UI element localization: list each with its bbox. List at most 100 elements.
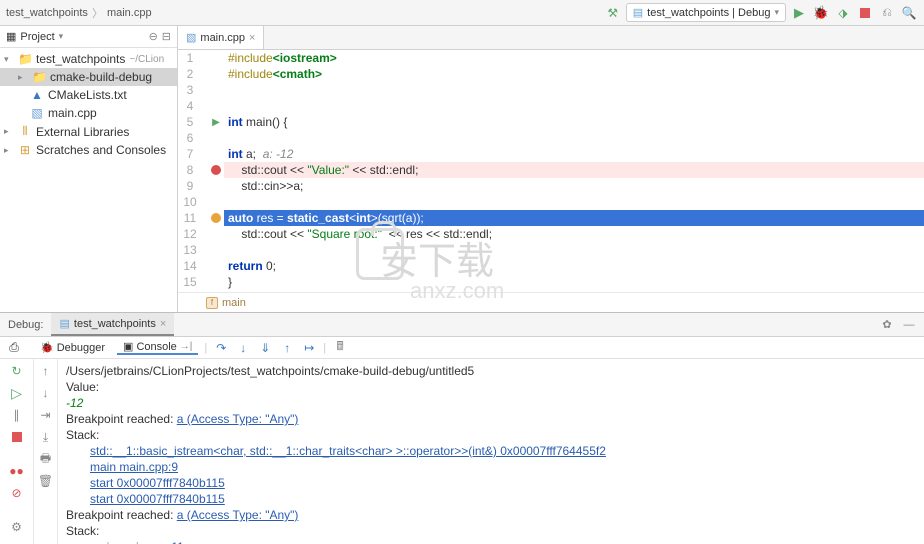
stack-link[interactable]: a (Access Type: "Any") (177, 412, 299, 426)
editor-nav-crumb[interactable]: f main (178, 292, 924, 312)
settings-icon[interactable]: ⊖ (149, 30, 158, 43)
code-line[interactable]: std::cin>>a; (224, 178, 924, 194)
debug-session-tab[interactable]: ▤ test_watchpoints × (51, 313, 174, 336)
project-view-icon: ▦ (6, 30, 16, 43)
console-line: Stack: (66, 523, 916, 539)
vcs-icon[interactable]: ⎌ (878, 4, 896, 22)
target-icon: ▤ (633, 6, 643, 19)
code-line[interactable]: std::cout << "Value:" << std::endl; (224, 162, 924, 178)
stop-button[interactable] (856, 4, 874, 22)
evaluate-icon[interactable]: 🖩 (332, 340, 348, 356)
breadcrumb-project[interactable]: test_watchpoints (6, 7, 88, 19)
print-icon[interactable]: 🖶 (38, 451, 54, 467)
pin-icon[interactable]: →| (180, 341, 193, 352)
code-line[interactable] (224, 242, 924, 258)
gear-icon[interactable]: ✿ (878, 316, 896, 334)
code-line[interactable]: #include <iostream> (224, 50, 924, 66)
editor-tab-main-cpp[interactable]: ▧ main.cpp × (178, 26, 264, 49)
run-gutter-icon[interactable]: ▶ (212, 117, 220, 128)
threads-icon[interactable]: ⎙ (6, 339, 22, 355)
code-line[interactable]: int a; a: -12 (224, 146, 924, 162)
pause-icon[interactable]: ∥ (9, 407, 25, 423)
tree-external-libraries[interactable]: ▸ ⫴ External Libraries (0, 122, 177, 141)
cmake-icon: ▲ (30, 88, 44, 102)
code-editor[interactable]: 12345678910111213141516171819 ▶ #include… (178, 50, 924, 292)
stop-icon[interactable] (9, 429, 25, 445)
console-line: -12 (66, 395, 916, 411)
close-icon[interactable]: × (249, 32, 255, 44)
top-toolbar: test_watchpoints 〉 main.cpp ⚒ ▤ test_wat… (0, 0, 924, 26)
stack-link[interactable]: start 0x00007fff7840b115 (90, 476, 225, 490)
rerun-icon[interactable]: ↻ (9, 363, 25, 379)
tree-item-cmake-build-debug[interactable]: ▸ 📁 cmake-build-debug (0, 68, 177, 86)
stack-link[interactable]: a (Access Type: "Any") (177, 508, 299, 522)
breadcrumb[interactable]: test_watchpoints 〉 main.cpp (6, 5, 152, 21)
target-icon: ▤ (59, 317, 69, 330)
resume-icon[interactable]: ▷ (9, 385, 25, 401)
code-lines[interactable]: #include <iostream>#include <cmath> int … (224, 50, 924, 292)
tree-item-label: Scratches and Consoles (36, 143, 166, 157)
up-icon[interactable]: ↑ (38, 363, 54, 379)
step-into-icon[interactable]: ↓ (235, 340, 251, 356)
tree-item-main-cpp[interactable]: ▧ main.cpp (0, 104, 177, 122)
stack-link[interactable]: main main.cpp:9 (90, 460, 178, 474)
search-icon[interactable]: 🔍 (900, 4, 918, 22)
code-line[interactable] (224, 98, 924, 114)
mute-breakpoints-icon[interactable]: ⊘ (9, 485, 25, 501)
run-with-coverage-button[interactable]: ⬗ (834, 4, 852, 22)
settings-icon[interactable]: ⚙ (9, 519, 25, 535)
project-tree[interactable]: ▾ 📁 test_watchpoints ~/CLion ▸ 📁 cmake-b… (0, 48, 177, 161)
breakpoint-icon[interactable] (211, 165, 221, 175)
collapse-icon[interactable]: ⊟ (162, 30, 171, 43)
scratches-icon: ⊞ (18, 143, 32, 157)
debug-button[interactable]: 🐞 (812, 4, 830, 22)
step-over-icon[interactable]: ↷ (213, 340, 229, 356)
console-tab-label: Console (136, 341, 176, 353)
scroll-to-end-icon[interactable]: ⤓ (38, 429, 54, 445)
breadcrumb-file[interactable]: main.cpp (107, 7, 152, 19)
debugger-tab[interactable]: 🐞 Debugger (34, 341, 111, 354)
run-config-label: test_watchpoints | Debug (647, 7, 770, 19)
code-line[interactable] (224, 194, 924, 210)
build-icon[interactable]: ⚒ (604, 4, 622, 22)
code-line[interactable]: std::cout << "Square root:" << res << st… (224, 226, 924, 242)
tab-label: main.cpp (200, 32, 245, 44)
breakpoint-hit-icon[interactable] (211, 213, 221, 223)
step-out-icon[interactable]: ↑ (279, 340, 295, 356)
minimize-icon[interactable]: — (900, 316, 918, 334)
tree-scratches[interactable]: ▸ ⊞ Scratches and Consoles (0, 141, 177, 159)
code-line[interactable]: } (224, 274, 924, 290)
code-line[interactable]: return 0; (224, 258, 924, 274)
soft-wrap-icon[interactable]: ⇥ (38, 407, 54, 423)
debug-panel-tabs: Debug: ▤ test_watchpoints × ✿ — (0, 313, 924, 337)
run-button[interactable]: ▶ (790, 4, 808, 22)
tree-root[interactable]: ▾ 📁 test_watchpoints ~/CLion (0, 50, 177, 68)
stack-link[interactable]: std::__1::basic_istream<char, std::__1::… (90, 444, 606, 458)
stack-link[interactable]: start 0x00007fff7840b115 (90, 492, 225, 506)
view-breakpoints-icon[interactable]: ●● (9, 463, 25, 479)
chevron-down-icon[interactable]: ▾ (59, 31, 64, 42)
force-step-into-icon[interactable]: ⇓ (257, 340, 273, 356)
console-tab[interactable]: ▣ Console →| (117, 340, 198, 355)
debug-left-toolbar: ↻ ▷ ∥ ●● ⊘ ⚙ (0, 359, 34, 544)
tree-root-label: test_watchpoints (36, 52, 125, 66)
code-line[interactable]: int main() { (224, 114, 924, 130)
close-icon[interactable]: × (160, 318, 166, 330)
clear-icon[interactable]: 🗑 (38, 473, 54, 489)
tree-item-cmakelists[interactable]: ▲ CMakeLists.txt (0, 86, 177, 104)
code-line[interactable] (224, 82, 924, 98)
run-config-selector[interactable]: ▤ test_watchpoints | Debug ▾ (626, 3, 786, 22)
console-line: Breakpoint reached: a (Access Type: "Any… (66, 507, 916, 523)
code-line[interactable]: auto res = static_cast<int>(sqrt(a)); (224, 210, 924, 226)
editor-tabs: ▧ main.cpp × (178, 26, 924, 50)
cpp-file-icon: ▧ (30, 106, 44, 120)
project-panel-header[interactable]: ▦ Project ▾ ⊖ ⊟ (0, 26, 177, 48)
code-line[interactable] (224, 130, 924, 146)
code-line[interactable]: #include <cmath> (224, 66, 924, 82)
run-to-cursor-icon[interactable]: ↦ (301, 340, 317, 356)
console-output[interactable]: /Users/jetbrains/CLionProjects/test_watc… (58, 359, 924, 544)
down-icon[interactable]: ↓ (38, 385, 54, 401)
stack-link[interactable]: main main.cpp:11 (90, 540, 184, 544)
marker-gutter[interactable]: ▶ (208, 50, 224, 292)
code-line[interactable] (224, 290, 924, 292)
